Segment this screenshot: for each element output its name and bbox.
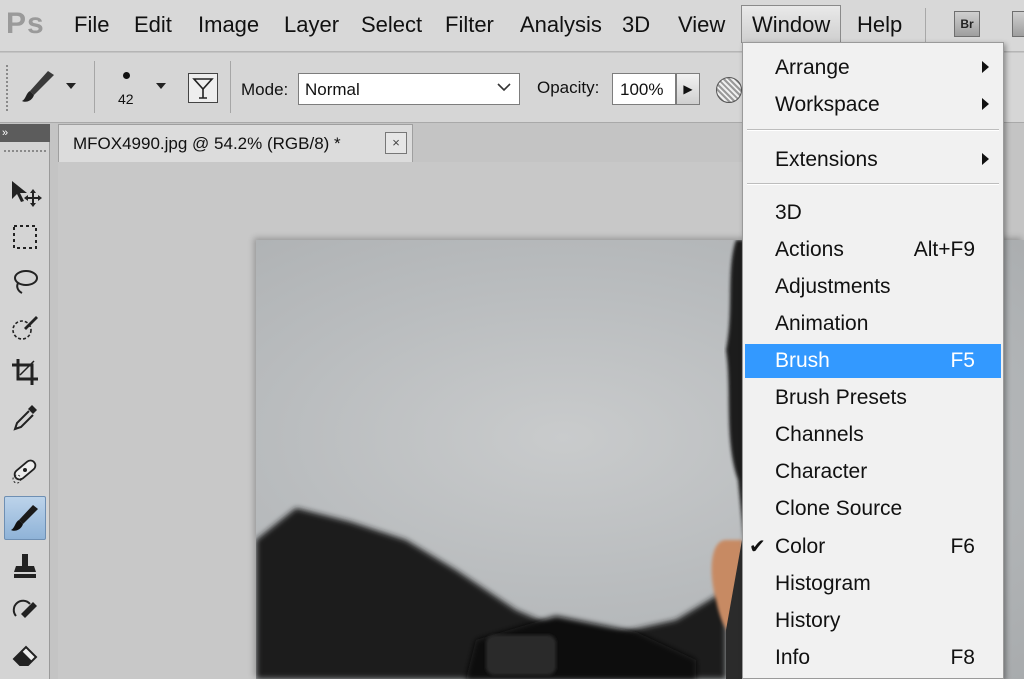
menu-layer[interactable]: Layer <box>284 12 339 38</box>
crop-icon[interactable] <box>4 352 46 392</box>
close-icon[interactable]: × <box>385 132 407 154</box>
quick-selection-icon[interactable] <box>4 307 46 347</box>
eyedropper-icon[interactable] <box>4 397 46 437</box>
tablet-pressure-icon[interactable] <box>716 77 742 103</box>
spot-healing-icon[interactable] <box>4 450 46 490</box>
menu-view[interactable]: View <box>678 12 725 38</box>
options-separator <box>230 61 231 113</box>
menu-help[interactable]: Help <box>857 12 902 38</box>
menu-analysis[interactable]: Analysis <box>520 12 602 38</box>
menu-item-histogram[interactable]: Histogram <box>745 567 1001 601</box>
menu-item-clone-source[interactable]: Clone Source <box>745 492 1001 526</box>
minibridge-button[interactable] <box>1012 11 1024 37</box>
document-tab[interactable]: MFOX4990.jpg @ 54.2% (RGB/8) * <box>58 124 413 162</box>
menu-image[interactable]: Image <box>198 12 259 38</box>
menu-item-actions[interactable]: Actions Alt+F9 <box>745 233 1001 267</box>
chevron-down-icon <box>497 80 511 97</box>
blend-mode-select[interactable]: Normal <box>298 73 520 105</box>
menu-separator <box>747 183 999 185</box>
shortcut-label: F8 <box>950 646 975 669</box>
menu-item-info[interactable]: Info F8 <box>745 641 1001 675</box>
brush-icon[interactable] <box>4 496 46 540</box>
submenu-arrow-icon <box>982 98 989 110</box>
menu-file[interactable]: File <box>74 12 109 38</box>
photoshop-logo: Ps <box>6 7 45 40</box>
shortcut-label: F6 <box>950 535 975 558</box>
opacity-input[interactable]: 100% <box>612 73 676 105</box>
menu-select[interactable]: Select <box>361 12 422 38</box>
toolbox: » <box>0 124 50 679</box>
menu-item-brush-presets[interactable]: Brush Presets <box>745 381 1001 415</box>
toolbox-collapse-icon[interactable]: » <box>0 124 50 142</box>
menu-item-brush[interactable]: Brush F5 <box>745 344 1001 378</box>
toolbox-grip <box>4 150 46 156</box>
menu-window[interactable]: Window <box>741 5 842 43</box>
brush-picker-chevron-icon[interactable] <box>156 83 166 89</box>
clone-stamp-icon[interactable] <box>4 546 46 586</box>
menu-item-channels[interactable]: Channels <box>745 418 1001 452</box>
menu-item-3d[interactable]: 3D <box>745 196 1001 230</box>
menu-item-workspace[interactable]: Workspace <box>745 88 1001 122</box>
document-title: MFOX4990.jpg @ 54.2% (RGB/8) * <box>73 134 341 153</box>
menu-3d[interactable]: 3D <box>622 12 650 38</box>
menu-item-color[interactable]: ✔ Color F6 <box>745 530 1001 564</box>
menu-item-extensions[interactable]: Extensions <box>745 143 1001 177</box>
menu-item-animation[interactable]: Animation <box>745 307 1001 341</box>
menu-item-adjustments[interactable]: Adjustments <box>745 270 1001 304</box>
bridge-button[interactable]: Br <box>954 11 980 37</box>
brush-size-value: 42 <box>118 91 134 107</box>
menu-filter[interactable]: Filter <box>445 12 494 38</box>
window-menu-dropdown: Arrange Workspace Extensions 3D Actions … <box>742 42 1004 679</box>
rectangular-marquee-icon[interactable] <box>4 217 46 257</box>
brush-preset-icon[interactable] <box>18 67 62 112</box>
submenu-arrow-icon <box>982 153 989 165</box>
opacity-slider-arrow-icon[interactable]: ▶ <box>676 73 700 105</box>
brush-panel-toggle-icon[interactable] <box>188 73 218 103</box>
opacity-label: Opacity: <box>537 78 600 97</box>
checkmark-icon: ✔ <box>749 536 766 558</box>
options-separator <box>94 61 95 113</box>
shortcut-label: Alt+F9 <box>913 238 975 261</box>
menu-edit[interactable]: Edit <box>134 12 172 38</box>
brush-tip-icon <box>123 72 130 79</box>
menu-separator <box>747 129 999 131</box>
chevron-down-icon[interactable] <box>66 83 76 89</box>
history-brush-icon[interactable] <box>4 591 46 631</box>
shortcut-label: F5 <box>950 349 975 372</box>
mode-label: Mode: <box>241 80 289 99</box>
submenu-arrow-icon <box>982 61 989 73</box>
menu-item-character[interactable]: Character <box>745 455 1001 489</box>
menu-item-arrange[interactable]: Arrange <box>745 51 1001 85</box>
menu-separator <box>925 8 926 42</box>
move-tool-icon[interactable] <box>4 172 46 212</box>
eraser-icon[interactable] <box>4 634 46 674</box>
lasso-icon[interactable] <box>4 262 46 302</box>
blend-mode-value: Normal <box>305 80 360 99</box>
menu-item-history[interactable]: History <box>745 604 1001 638</box>
options-grip <box>6 65 12 111</box>
